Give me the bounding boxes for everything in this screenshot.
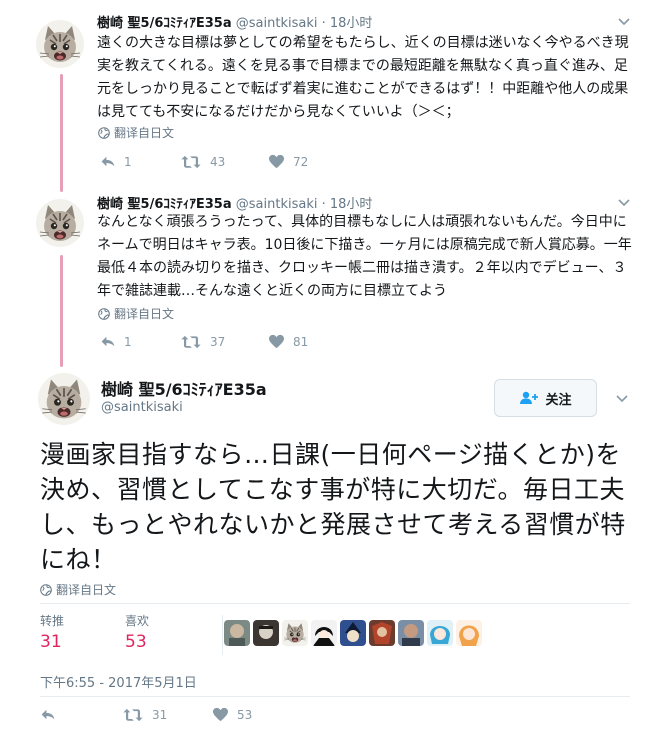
globe-icon — [98, 127, 110, 139]
author-handle[interactable]: @saintkisaki — [236, 16, 318, 31]
like-stat[interactable]: 喜欢 53 — [125, 612, 149, 652]
retweet-stat-label: 转推 — [40, 614, 65, 628]
translate-label: 翻译自日文 — [114, 126, 175, 140]
translate-link[interactable]: 翻译自日文 — [40, 581, 116, 598]
retweet-stat-count: 31 — [40, 632, 62, 652]
divider — [40, 603, 630, 604]
reply-icon — [40, 708, 56, 721]
tweet-actions: 1 37 81 — [100, 334, 308, 349]
liker-avatar[interactable] — [311, 620, 337, 646]
author-name[interactable]: 樹崎 聖5/6ｺﾐﾃｨｱE35a — [97, 16, 232, 31]
globe-icon — [40, 584, 52, 596]
retweet-stat[interactable]: 转推 31 — [40, 612, 64, 652]
retweet-count: 31 — [152, 707, 168, 722]
translate-label: 翻译自日文 — [114, 307, 175, 321]
chevron-down-icon[interactable] — [617, 195, 631, 209]
liker-avatar[interactable] — [456, 620, 482, 646]
main-tweet-text: 漫画家目指すなら…日課(一日何ページ描くとか)を決め、習慣としてこなす事が特に大… — [40, 440, 626, 574]
heart-icon — [268, 154, 285, 169]
like-count: 72 — [293, 154, 309, 169]
author-name[interactable]: 樹崎 聖5/6ｺﾐﾃｨｱE35a — [97, 197, 232, 212]
follow-label: 关注 — [545, 392, 572, 408]
like-stat-count: 53 — [125, 632, 147, 652]
retweet-count: 43 — [210, 154, 226, 169]
reply-icon — [100, 155, 116, 168]
like-count: 81 — [293, 334, 309, 349]
retweet-icon — [180, 155, 202, 169]
retweet-count: 37 — [210, 334, 226, 349]
tweet-time[interactable]: · 18小时 — [322, 197, 373, 212]
chevron-down-icon[interactable] — [615, 391, 629, 405]
retweet-icon — [122, 708, 144, 722]
avatar[interactable] — [36, 199, 84, 247]
like-button[interactable]: 81 — [268, 334, 308, 349]
reply-icon — [100, 335, 116, 348]
globe-icon — [98, 308, 110, 320]
divider — [40, 696, 630, 697]
avatar[interactable] — [36, 20, 84, 68]
like-stat-label: 喜欢 — [125, 614, 150, 628]
reply-button[interactable]: 1 — [100, 155, 180, 169]
tweet-header: 樹崎 聖5/6ｺﾐﾃｨｱE35a @saintkisaki · 18小时 — [97, 12, 372, 31]
tweet-text: なんとなく頑張ろうったって、具体的目標もなしに人は頑張れないもんだ。今日中にネー… — [97, 214, 632, 299]
main-author-handle[interactable]: @saintkisaki — [101, 400, 183, 415]
retweet-icon — [180, 335, 202, 349]
translate-label: 翻译自日文 — [56, 583, 117, 597]
author-handle[interactable]: @saintkisaki — [236, 197, 318, 212]
liker-avatar[interactable] — [224, 620, 250, 646]
liker-avatar[interactable] — [253, 620, 279, 646]
thread-line-1 — [60, 74, 63, 192]
reply-count: 1 — [124, 154, 132, 169]
like-count: 53 — [237, 707, 253, 722]
retweet-button[interactable]: 43 — [180, 155, 268, 169]
like-button[interactable]: 53 — [212, 707, 252, 722]
retweet-button[interactable]: 37 — [180, 335, 268, 349]
tweet-actions: 1 43 72 — [100, 154, 308, 169]
liker-avatar[interactable] — [282, 620, 308, 646]
heart-icon — [268, 334, 285, 349]
reply-button[interactable]: 1 — [100, 335, 180, 349]
liker-avatar[interactable] — [340, 620, 366, 646]
reply-count: 1 — [124, 334, 132, 349]
liker-avatar[interactable] — [398, 620, 424, 646]
like-button[interactable]: 72 — [268, 154, 308, 169]
retweet-button[interactable]: 31 — [122, 708, 212, 722]
tweet-time[interactable]: · 18小时 — [322, 16, 373, 31]
add-user-icon — [520, 391, 539, 404]
tweet-text: 遠くの大きな目標は夢としての希望をもたらし、近くの目標は迷いなく今やるべき現実を… — [97, 35, 629, 120]
reply-button[interactable] — [40, 708, 122, 721]
tweet-date[interactable]: 下午6:55 - 2017年5月1日 — [40, 672, 197, 691]
main-avatar[interactable] — [38, 373, 90, 425]
main-tweet-actions: 31 53 — [40, 707, 252, 722]
main-author-name[interactable]: 樹崎 聖5/6ｺﾐﾃｨｱE35a — [101, 376, 267, 400]
liker-avatar[interactable] — [427, 620, 453, 646]
chevron-down-icon[interactable] — [617, 14, 631, 28]
tweet-header: 樹崎 聖5/6ｺﾐﾃｨｱE35a @saintkisaki · 18小时 — [97, 193, 372, 212]
liker-avatars — [224, 620, 482, 646]
stat-separator — [222, 615, 223, 655]
heart-icon — [212, 707, 229, 722]
translate-link[interactable]: 翻译自日文 — [98, 305, 174, 322]
thread-line-2 — [60, 255, 63, 367]
liker-avatar[interactable] — [369, 620, 395, 646]
translate-link[interactable]: 翻译自日文 — [98, 124, 174, 141]
follow-button[interactable]: 关注 — [494, 379, 597, 417]
